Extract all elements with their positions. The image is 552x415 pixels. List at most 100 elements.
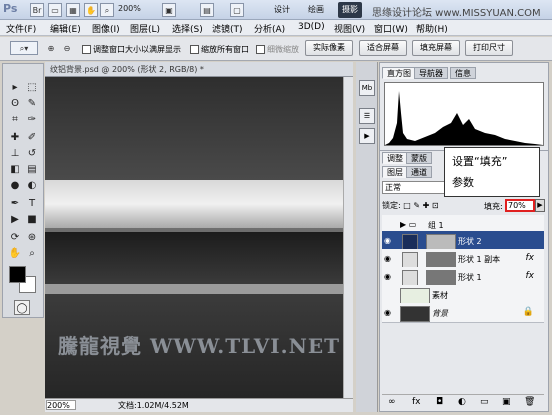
- clone-stamp-icon[interactable]: ⊥: [7, 146, 23, 161]
- visibility-eye-icon[interactable]: ◉: [384, 308, 396, 318]
- zoom-out-icon[interactable]: ⊖: [60, 42, 74, 56]
- menu-filter[interactable]: 滤镜(T): [212, 22, 243, 35]
- layer-thumbnail: [400, 288, 430, 304]
- hand-tool-icon[interactable]: ✋: [7, 246, 23, 261]
- fill-value-input[interactable]: 70%: [505, 199, 535, 212]
- layer-effects-icon[interactable]: fx: [526, 253, 535, 263]
- tab-info[interactable]: 信息: [450, 67, 476, 79]
- zoom-level-select[interactable]: 200%: [118, 4, 141, 16]
- menu-layer[interactable]: 图层(L): [130, 22, 160, 35]
- zoom-tool-icon[interactable]: ⌕: [24, 246, 40, 261]
- type-tool-icon[interactable]: T: [24, 196, 40, 211]
- layer-effects-icon[interactable]: fx: [526, 271, 535, 281]
- visibility-eye-icon[interactable]: ◉: [384, 254, 396, 264]
- hand-tool-icon[interactable]: ✋: [84, 3, 98, 17]
- layer-name: 素材: [432, 291, 448, 300]
- fill-slider-arrow-icon[interactable]: ▶: [535, 199, 545, 212]
- visibility-eye-icon[interactable]: [384, 220, 396, 230]
- zoom-all-checkbox[interactable]: 缩放所有窗口: [190, 44, 249, 55]
- vertical-scrollbar[interactable]: [343, 77, 353, 398]
- new-group-icon[interactable]: ▭: [480, 397, 489, 407]
- menu-3d[interactable]: 3D(D): [298, 22, 325, 32]
- print-size-button[interactable]: 打印尺寸: [465, 40, 513, 56]
- document-size-info[interactable]: 文档:1.02M/4.52M: [118, 400, 189, 411]
- menu-image[interactable]: 图像(I): [92, 22, 120, 35]
- move-tool-icon[interactable]: ▸: [7, 80, 23, 95]
- tab-masks[interactable]: 蒙版: [406, 152, 432, 164]
- fit-screen-button[interactable]: 适合屏幕: [359, 40, 407, 56]
- menu-window[interactable]: 窗口(W): [374, 22, 408, 35]
- fill-screen-button[interactable]: 填充屏幕: [412, 40, 460, 56]
- visibility-eye-icon[interactable]: ◉: [384, 236, 396, 246]
- blur-tool-icon[interactable]: ●: [7, 178, 23, 193]
- foreground-color-swatch-top[interactable]: [9, 266, 26, 283]
- quick-mask-icon[interactable]: ◯: [14, 300, 30, 315]
- healing-brush-icon[interactable]: ✚: [7, 130, 23, 145]
- marquee-tool-icon[interactable]: ⬚: [24, 80, 40, 95]
- scrubby-zoom-checkbox[interactable]: 细微缩放: [256, 44, 299, 55]
- document-title-tab[interactable]: 纹铝背景.psd @ 200% (形状 2, RGB/8) *: [50, 64, 204, 75]
- eyedropper-tool-icon[interactable]: ✑: [24, 112, 40, 127]
- dodge-tool-icon[interactable]: ◐: [24, 178, 40, 193]
- vector-mask-thumbnail: [426, 234, 456, 250]
- tab-channels[interactable]: 通道: [406, 166, 432, 178]
- arrange-documents-icon[interactable]: ▤: [200, 3, 214, 17]
- lasso-tool-icon[interactable]: ʘ: [7, 96, 23, 111]
- workspace-design[interactable]: 设计: [270, 2, 294, 18]
- bridge-icon[interactable]: Br: [30, 3, 44, 17]
- layer-row[interactable]: ◉ 背景 🔒: [382, 303, 544, 323]
- zoom-level-field[interactable]: 200%: [46, 400, 76, 410]
- menu-file[interactable]: 文件(F): [6, 22, 36, 35]
- eraser-tool-icon[interactable]: ◧: [7, 162, 23, 177]
- add-style-icon[interactable]: fx: [412, 397, 421, 407]
- minibridge-icon[interactable]: ▭: [48, 3, 62, 17]
- pen-tool-icon[interactable]: ✒: [7, 196, 23, 211]
- actual-pixels-button[interactable]: 实际像素: [305, 40, 353, 56]
- zoom-tool-icon[interactable]: ⌕: [100, 3, 114, 17]
- history-panel-icon[interactable]: ☰: [359, 108, 375, 124]
- lock-icons[interactable]: □ ✎ ✚ ⊡: [403, 201, 438, 210]
- add-mask-icon[interactable]: ◘: [436, 397, 443, 407]
- 3d-rotate-tool-icon[interactable]: ⟳: [7, 230, 23, 245]
- history-brush-icon[interactable]: ↺: [24, 146, 40, 161]
- adjustment-layer-icon[interactable]: ◐: [458, 397, 466, 407]
- zoom-tool-preset-icon[interactable]: ⌕▾: [10, 41, 38, 55]
- workspace-painting[interactable]: 绘画: [304, 2, 328, 18]
- tab-histogram[interactable]: 直方图: [382, 67, 416, 79]
- workspace-photography[interactable]: 摄影: [338, 2, 362, 18]
- 3d-orbit-tool-icon[interactable]: ⊛: [24, 230, 40, 245]
- layer-row[interactable]: ◉ 形状 1 副本 fx: [382, 249, 544, 269]
- path-select-tool-icon[interactable]: ▶: [7, 212, 23, 227]
- tab-layers[interactable]: 图层: [382, 166, 408, 178]
- tab-navigator[interactable]: 导航器: [414, 67, 448, 79]
- visibility-eye-icon[interactable]: [384, 290, 396, 300]
- actions-panel-icon[interactable]: ▶: [359, 128, 375, 144]
- group-expand-icon[interactable]: ▶ ▭: [400, 220, 416, 229]
- tab-adjustments[interactable]: 调整: [382, 152, 408, 164]
- brush-tool-icon[interactable]: ✐: [24, 130, 40, 145]
- menu-view[interactable]: 视图(V): [334, 22, 365, 35]
- zoom-in-icon[interactable]: ⊕: [44, 42, 58, 56]
- resize-windows-checkbox[interactable]: 调整窗口大小以满屏显示: [82, 44, 181, 55]
- screen-mode-icon[interactable]: ▣: [162, 3, 176, 17]
- menu-select[interactable]: 选择(S): [172, 22, 203, 35]
- layer-name: 组 1: [428, 221, 444, 230]
- shape-tool-icon[interactable]: ■: [24, 212, 40, 227]
- visibility-eye-icon[interactable]: ◉: [384, 272, 396, 282]
- menu-edit[interactable]: 编辑(E): [50, 22, 81, 35]
- quick-select-tool-icon[interactable]: ✎: [24, 96, 40, 111]
- gradient-tool-icon[interactable]: ▤: [24, 162, 40, 177]
- view-extras-icon[interactable]: ▦: [66, 3, 80, 17]
- crop-tool-icon[interactable]: ⌗: [7, 112, 23, 127]
- minibridge-panel-icon[interactable]: Mb: [359, 80, 375, 96]
- delete-layer-icon[interactable]: 🗑: [524, 397, 535, 407]
- link-layers-icon[interactable]: ∞: [388, 397, 396, 407]
- layer-row[interactable]: ◉ 形状 1 fx: [382, 267, 544, 287]
- layer-row[interactable]: 素材: [382, 285, 544, 305]
- layer-row-selected[interactable]: ◉ 形状 2: [382, 231, 544, 251]
- new-layer-icon[interactable]: ▣: [502, 397, 511, 407]
- menu-analysis[interactable]: 分析(A): [254, 22, 285, 35]
- screen-mode-icon[interactable]: ▢: [230, 3, 244, 17]
- status-bar: [45, 398, 353, 412]
- menu-help[interactable]: 帮助(H): [416, 22, 448, 35]
